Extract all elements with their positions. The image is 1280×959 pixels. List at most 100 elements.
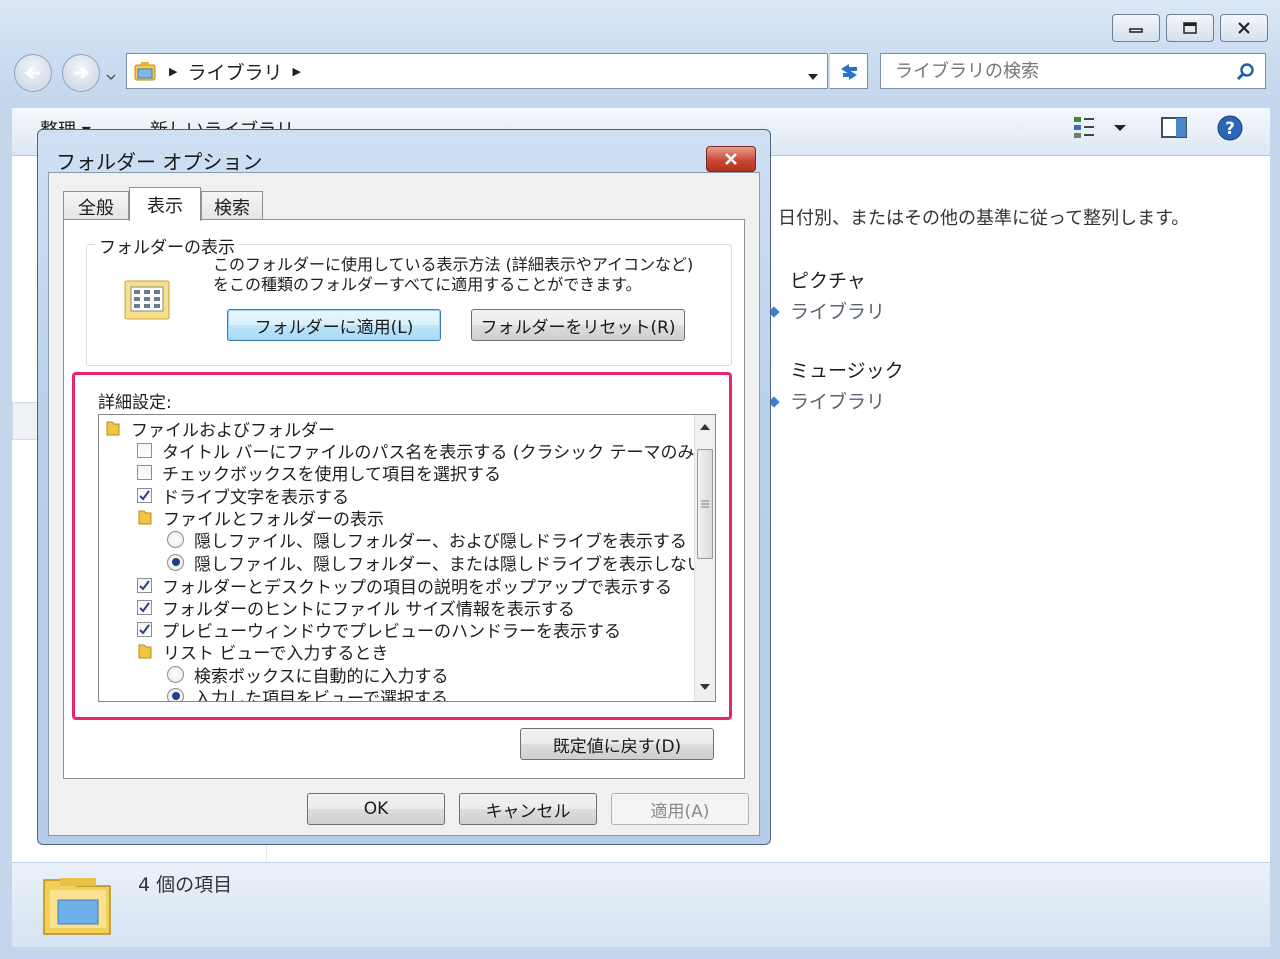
setting-show-hidden[interactable]: 隠しファイル、隠しフォルダー、および隠しドライブを表示する (167, 528, 687, 552)
setting-preview-handlers[interactable]: プレビューウィンドウでプレビューのハンドラーを表示する (137, 618, 621, 642)
checkmark-icon (139, 601, 150, 613)
preview-pane-button[interactable] (1160, 114, 1188, 145)
scrollbar-thumb[interactable] (697, 449, 713, 559)
window-frame-left (0, 108, 12, 948)
caption-buttons (1106, 14, 1268, 42)
help-icon: ? (1217, 115, 1243, 141)
refresh-button[interactable] (830, 53, 868, 89)
address-dropdown[interactable] (807, 66, 819, 86)
radio-dot (171, 558, 180, 566)
tab-general[interactable]: 全般 (63, 191, 129, 221)
grip-icon (701, 500, 709, 508)
checkbox-checked[interactable] (137, 621, 152, 637)
checkbox-checked[interactable] (137, 577, 152, 593)
maximize-icon (1183, 22, 1197, 34)
breadcrumb-libraries[interactable]: ライブラリ (187, 58, 282, 85)
breadcrumb-separator[interactable]: ▶ (292, 65, 300, 78)
folder-options-dialog: フォルダー オプション 全般 表示 検索 フォルダーの表示 このフォルダーに使用… (37, 129, 771, 845)
arrow-down-icon (700, 684, 710, 690)
setting-file-size-in-tips[interactable]: フォルダーのヒントにファイル サイズ情報を表示する (137, 596, 575, 620)
setting-show-popup-description[interactable]: フォルダーとデスクトップの項目の説明をポップアップで表示する (137, 574, 672, 598)
back-button[interactable] (14, 54, 52, 92)
tab-search[interactable]: 検索 (201, 191, 263, 221)
arrow-up-icon (700, 424, 710, 430)
settings-folder-hidden-files: ファイルとフォルダーの表示 (137, 506, 384, 530)
ok-button[interactable]: OK (307, 793, 445, 825)
dialog-close-button[interactable] (706, 146, 756, 172)
folder-icon (138, 644, 152, 659)
search-input[interactable] (893, 59, 1217, 83)
setting-show-drive-letters[interactable]: ドライブ文字を表示する (137, 484, 349, 508)
checkbox-unchecked[interactable] (137, 464, 152, 480)
radio-unselected[interactable] (167, 530, 184, 548)
apply-button[interactable]: 適用(A) (611, 793, 749, 825)
radio-dot (171, 692, 180, 700)
change-view-button[interactable] (1072, 114, 1128, 145)
setting-label: リスト ビューで入力するとき (163, 643, 389, 664)
setting-show-full-path[interactable]: タイトル バーにファイルのパス名を表示する (クラシック テーマのみ) (137, 439, 701, 463)
preview-pane-icon (1161, 117, 1187, 138)
help-button[interactable]: ? (1216, 114, 1244, 147)
library-subtitle: ライブラリ (790, 301, 886, 323)
library-subtitle: ライブラリ (790, 391, 886, 413)
view-tab-panel: フォルダーの表示 このフォルダーに使用している表示方法 (詳細表示やアイコンなど… (63, 219, 745, 779)
search-box[interactable] (880, 53, 1266, 89)
view-options-icon (1074, 117, 1126, 138)
setting-select-typed-item[interactable]: 入力した項目をビューで選択する (167, 685, 448, 702)
dialog-body: 全般 表示 検索 フォルダーの表示 このフォルダーに使用している表示方法 (詳細… (48, 172, 760, 836)
checkbox-unchecked[interactable] (137, 442, 152, 458)
library-large-icon (40, 870, 116, 945)
svg-text:?: ? (1225, 119, 1235, 139)
apply-to-folders-button[interactable]: フォルダーに適用(L) (227, 309, 441, 341)
radio-unselected[interactable] (167, 665, 184, 683)
recent-pages-dropdown[interactable] (106, 66, 116, 86)
radio-selected[interactable] (167, 553, 184, 571)
search-icon[interactable] (1235, 62, 1255, 82)
vertical-scrollbar[interactable] (694, 415, 715, 701)
setting-label: 隠しファイル、隠しフォルダー、または隠しドライブを表示しない (194, 554, 704, 575)
folder-icon (106, 421, 120, 436)
setting-type-into-search[interactable]: 検索ボックスに自動的に入力する (167, 663, 449, 687)
folder-views-description: このフォルダーに使用している表示方法 (詳細表示やアイコンなど) をこの種類のフ… (213, 255, 694, 294)
scroll-down-button[interactable] (695, 677, 715, 697)
checkmark-icon (139, 579, 150, 591)
address-bar[interactable]: ▶ ライブラリ ▶ (126, 53, 828, 89)
library-title-pictures[interactable]: ピクチャ (790, 266, 866, 293)
cancel-button[interactable]: キャンセル (459, 793, 597, 825)
close-icon (1238, 22, 1250, 34)
reset-folders-button[interactable]: フォルダーをリセット(R) (471, 309, 685, 341)
back-arrow-icon (24, 66, 40, 80)
breadcrumb-separator[interactable]: ▶ (169, 65, 177, 78)
close-window-button[interactable] (1220, 14, 1268, 42)
advanced-settings-label: 詳細設定: (98, 393, 172, 413)
folder-views-group: フォルダーの表示 このフォルダーに使用している表示方法 (詳細表示やアイコンなど… (86, 233, 732, 366)
item-count: 4 個の項目 (138, 874, 233, 896)
restore-defaults-button[interactable]: 既定値に戻す(D) (520, 728, 714, 760)
library-title-music[interactable]: ミュージック (790, 356, 904, 383)
folder-icon (138, 510, 152, 525)
setting-use-check-boxes[interactable]: チェックボックスを使用して項目を選択する (137, 461, 501, 485)
setting-dont-show-hidden[interactable]: 隠しファイル、隠しフォルダー、または隠しドライブを表示しない (167, 551, 704, 575)
checkmark-icon (139, 623, 150, 635)
checkbox-checked[interactable] (137, 599, 152, 615)
maximize-button[interactable] (1166, 14, 1214, 42)
radio-selected[interactable] (167, 687, 184, 701)
arrange-description: 日付別、またはその他の基準に従って整列します。 (778, 208, 1190, 229)
library-icon (134, 62, 156, 81)
window-frame-right (1270, 108, 1280, 948)
settings-folder-list-view-typing: リスト ビューで入力するとき (137, 640, 389, 664)
tab-view[interactable]: 表示 (129, 187, 201, 221)
minimize-icon (1129, 28, 1143, 33)
forward-arrow-icon (74, 66, 90, 80)
checkbox-checked[interactable] (137, 487, 152, 503)
window-frame-bottom (0, 946, 1280, 959)
chevron-down-icon (106, 74, 116, 80)
checkmark-icon (139, 489, 150, 501)
advanced-settings-list[interactable]: ファイルおよびフォルダー タイトル バーにファイルのパス名を表示する (クラシッ… (98, 414, 716, 702)
setting-label: チェックボックスを使用して項目を選択する (162, 464, 501, 485)
refresh-icon (840, 64, 857, 80)
minimize-button[interactable] (1112, 14, 1160, 42)
scroll-up-button[interactable] (695, 417, 715, 437)
forward-button[interactable] (62, 54, 100, 92)
setting-label: 入力した項目をビューで選択する (194, 688, 448, 702)
